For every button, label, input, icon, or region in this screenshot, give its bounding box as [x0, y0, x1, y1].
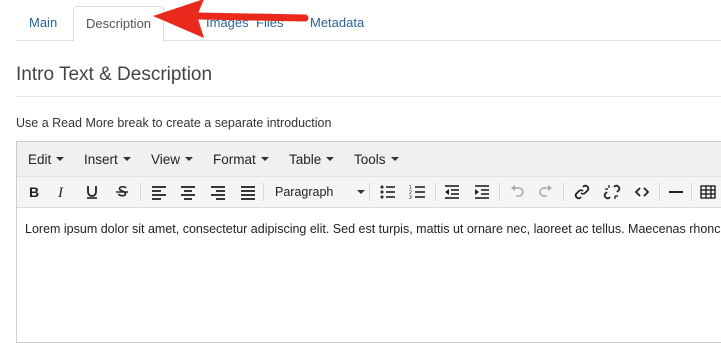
redo-icon[interactable]: [537, 183, 555, 201]
block-format-select[interactable]: Paragraph: [267, 182, 371, 202]
svg-text:I: I: [57, 185, 64, 201]
chevron-down-icon: [56, 157, 65, 161]
block-format-value: Paragraph: [275, 185, 334, 199]
toolbar-separator: [369, 183, 370, 201]
menu-view-label: View: [151, 152, 181, 167]
rich-text-editor: Edit Insert View Format Table Tools B I: [16, 141, 721, 343]
editor-toolbar: B I Paragraph 1 2 3: [17, 177, 721, 208]
unlink-icon[interactable]: [603, 183, 621, 201]
menu-format[interactable]: Format: [213, 152, 269, 167]
indent-icon[interactable]: [473, 183, 491, 201]
link-icon[interactable]: [573, 183, 591, 201]
source-code-icon[interactable]: [633, 183, 651, 201]
outdent-icon[interactable]: [443, 183, 461, 201]
tab-bar: Main Description Images Files Metadata: [16, 0, 721, 42]
toolbar-separator: [263, 183, 264, 201]
undo-icon[interactable]: [508, 183, 526, 201]
align-center-icon[interactable]: [179, 183, 197, 201]
menu-view[interactable]: View: [151, 152, 194, 167]
toolbar-separator: [563, 183, 564, 201]
svg-text:B: B: [29, 184, 39, 200]
toolbar-separator: [691, 183, 692, 201]
bold-icon[interactable]: B: [25, 183, 43, 201]
menu-tools[interactable]: Tools: [354, 152, 399, 167]
chevron-down-icon: [357, 190, 365, 194]
align-left-icon[interactable]: [150, 183, 168, 201]
editor-menubar: Edit Insert View Format Table Tools: [17, 142, 721, 177]
italic-icon[interactable]: I: [53, 183, 71, 201]
menu-insert-label: Insert: [84, 152, 118, 167]
chevron-down-icon: [122, 157, 131, 161]
tab-files[interactable]: Files: [256, 6, 283, 40]
menu-tools-label: Tools: [354, 152, 386, 167]
editor-content[interactable]: Lorem ipsum dolor sit amet, consectetur …: [25, 222, 721, 236]
toolbar-separator: [140, 183, 141, 201]
tab-main[interactable]: Main: [29, 6, 57, 40]
menu-format-label: Format: [213, 152, 256, 167]
field-hint: Use a Read More break to create a separa…: [16, 116, 332, 130]
menu-edit[interactable]: Edit: [28, 152, 65, 167]
horizontal-rule-icon[interactable]: [667, 183, 685, 201]
table-icon[interactable]: [699, 183, 717, 201]
strikethrough-icon[interactable]: [113, 183, 131, 201]
tab-metadata[interactable]: Metadata: [310, 6, 364, 40]
menu-table[interactable]: Table: [289, 152, 335, 167]
bullet-list-icon[interactable]: [379, 183, 397, 201]
menu-edit-label: Edit: [28, 152, 52, 167]
tab-description[interactable]: Description: [73, 6, 165, 42]
align-justify-icon[interactable]: [239, 183, 257, 201]
numbered-list-icon[interactable]: 123: [409, 183, 427, 201]
title-divider: [16, 96, 721, 97]
toolbar-separator: [435, 183, 436, 201]
chevron-down-icon: [185, 157, 194, 161]
underline-icon[interactable]: [83, 183, 101, 201]
align-right-icon[interactable]: [209, 183, 227, 201]
menu-table-label: Table: [289, 152, 322, 167]
tab-images[interactable]: Images: [206, 6, 249, 40]
toolbar-separator: [659, 183, 660, 201]
menu-insert[interactable]: Insert: [84, 152, 131, 167]
chevron-down-icon: [326, 157, 335, 161]
toolbar-separator: [499, 183, 500, 201]
svg-text:3: 3: [409, 195, 412, 201]
chevron-down-icon: [260, 157, 269, 161]
section-title: Intro Text & Description: [16, 64, 213, 85]
chevron-down-icon: [390, 157, 399, 161]
